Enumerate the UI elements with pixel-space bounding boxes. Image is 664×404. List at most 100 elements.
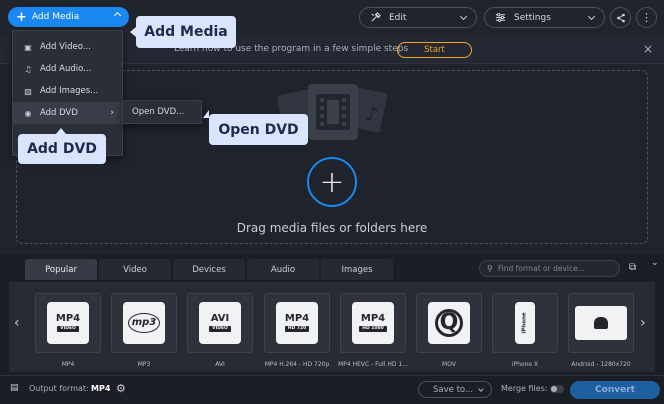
more-vertical-icon: ⋮ — [641, 11, 652, 24]
sliders-icon — [495, 13, 506, 22]
format-icon-text: iPhone — [522, 312, 529, 334]
format-icon-text: Q — [435, 309, 463, 337]
format-icon-text: MP4 — [360, 312, 386, 324]
format-icon-text: AVI — [210, 312, 230, 324]
callout-open-dvd: Open DVD — [203, 110, 308, 145]
carousel-prev-icon[interactable]: ‹ — [14, 315, 20, 331]
drop-hint-text: Drag media files or folders here — [236, 221, 428, 235]
quicktime-icon: Q — [428, 302, 470, 344]
tools-icon — [371, 12, 381, 22]
format-icon: MP4 VIDEO — [47, 302, 89, 344]
convert-button[interactable]: Convert — [570, 381, 660, 399]
start-button[interactable]: Start — [397, 42, 472, 58]
add-media-button[interactable]: + Add Media — [8, 7, 129, 27]
format-tile[interactable]: MP4 HD 720 — [264, 293, 330, 353]
format-tile[interactable]: Q — [416, 293, 482, 353]
save-to-dropdown[interactable]: Save to... — [418, 381, 492, 398]
search-placeholder: Find format or device... — [497, 264, 585, 273]
format-panel: Popular Video Devices Audio Images ⚲ Fin… — [0, 254, 664, 404]
plus-icon: + — [16, 9, 27, 25]
format-tile[interactable]: iPhone — [492, 293, 558, 353]
callout-pointer — [130, 27, 136, 37]
format-label: MP4 — [61, 361, 75, 368]
tab-video[interactable]: Video — [99, 259, 171, 280]
format-icon-text: mp3 — [127, 313, 161, 333]
callout-pointer — [203, 110, 209, 118]
menu-item-label: Add Video... — [40, 42, 91, 52]
menu-item-label: Add DVD — [40, 108, 78, 118]
settings-button[interactable]: Settings — [484, 7, 605, 28]
format-icon: MP4 HD 720 — [276, 302, 318, 344]
settings-label: Settings — [514, 12, 551, 23]
format-tile[interactable]: MP4 HD 1080 — [340, 293, 406, 353]
tab-devices[interactable]: Devices — [173, 259, 245, 280]
chevron-down-icon — [587, 12, 596, 21]
format-icon-subtext: HD 720 — [284, 325, 310, 333]
format-icon-text: MP4 — [55, 312, 81, 324]
format-label: MP4 H.264 - HD 720p — [264, 361, 330, 368]
footer-bar: ▤ Output format: MP4 ⚙ Save to... Merge … — [0, 375, 664, 404]
toggle-knob — [551, 386, 557, 392]
callout-add-dvd-text: Add DVD — [27, 141, 97, 157]
tab-images[interactable]: Images — [321, 259, 393, 280]
menu-item-add-video[interactable]: ▣ Add Video... — [13, 36, 124, 58]
format-tile[interactable]: mp3 — [111, 293, 177, 353]
merge-files-label: Merge files: — [501, 384, 548, 393]
format-tile[interactable]: AVI VIDEO — [187, 293, 253, 353]
menu-item-add-dvd[interactable]: ◉ Add DVD › — [13, 102, 124, 124]
search-icon: ⚲ — [487, 264, 493, 273]
chevron-right-icon: › — [110, 108, 114, 118]
format-label: MP3 — [137, 361, 151, 368]
menu-item-add-images[interactable]: ▨ Add Images... — [13, 80, 124, 102]
format-icon: AVI VIDEO — [199, 302, 241, 344]
close-icon[interactable]: × — [643, 42, 653, 56]
add-media-label: Add Media — [31, 12, 80, 22]
format-label: iPhone X — [511, 361, 539, 368]
edit-button[interactable]: Edit — [359, 7, 477, 28]
format-icon-text: MP4 — [284, 312, 310, 324]
video-frame-icon: ▣ — [24, 42, 32, 52]
output-format-icon: ▤ — [10, 383, 19, 393]
merge-files-toggle[interactable] — [550, 385, 564, 393]
output-format-label: Output format: — [29, 384, 89, 393]
music-note-icon: ♫ — [24, 64, 32, 74]
format-search-input[interactable]: ⚲ Find format or device... — [479, 260, 620, 277]
callout-pointer — [56, 128, 66, 134]
format-tabs: Popular Video Devices Audio Images ⚲ Fin… — [0, 254, 664, 282]
format-icon-subtext: HD 1080 — [359, 325, 387, 333]
format-settings-icon[interactable]: ⧉ — [629, 262, 636, 273]
format-label: MOV — [442, 361, 456, 368]
callout-add-dvd: Add DVD — [18, 128, 106, 164]
android-robot-icon — [594, 317, 608, 329]
share-icon — [616, 13, 625, 22]
menu-item-label: Add Images... — [40, 86, 99, 96]
menu-item-add-audio[interactable]: ♫ Add Audio... — [13, 58, 124, 80]
chevron-up-icon — [113, 11, 122, 20]
disc-icon: ◉ — [24, 108, 32, 118]
callout-open-dvd-text: Open DVD — [218, 121, 299, 138]
add-files-button[interactable]: + — [307, 157, 357, 207]
edit-label: Edit — [389, 12, 407, 23]
share-button[interactable] — [610, 7, 631, 28]
callout-add-media-text: Add Media — [144, 24, 228, 40]
output-format-value[interactable]: MP4 — [91, 384, 110, 393]
collapse-panel-icon[interactable]: ⌄ — [651, 258, 659, 268]
iphone-icon: iPhone — [515, 302, 535, 344]
formats-carousel — [9, 282, 655, 372]
android-icon — [575, 306, 627, 340]
menu-item-label: Add Audio... — [40, 64, 92, 74]
callout-add-media: Add Media — [130, 16, 236, 48]
tab-audio[interactable]: Audio — [247, 259, 319, 280]
submenu-open-dvd[interactable]: Open DVD... — [122, 100, 202, 124]
format-tile[interactable]: MP4 VIDEO — [35, 293, 101, 353]
mp3-icon: mp3 — [123, 302, 165, 344]
format-icon-subtext: VIDEO — [209, 325, 231, 333]
gear-icon[interactable]: ⚙ — [116, 382, 126, 395]
format-label: MP4 HEVC - Full HD 1... — [338, 361, 408, 368]
more-button[interactable]: ⋮ — [636, 7, 657, 28]
format-tile[interactable] — [568, 293, 634, 353]
format-icon: MP4 HD 1080 — [352, 302, 394, 344]
carousel-next-icon[interactable]: › — [640, 315, 646, 331]
tab-popular[interactable]: Popular — [25, 259, 97, 280]
format-label: Android - 1280x720 — [571, 361, 631, 368]
